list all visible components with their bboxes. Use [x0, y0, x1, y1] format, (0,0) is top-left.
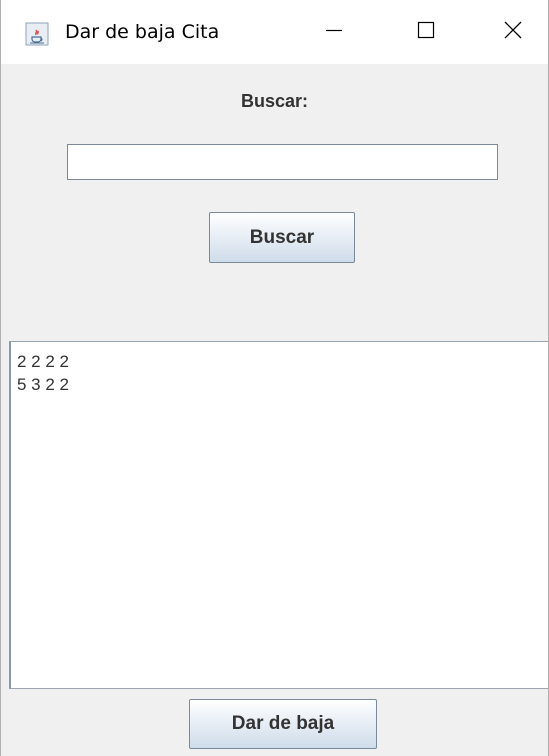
deregister-button[interactable]: Dar de baja — [189, 699, 377, 749]
search-button[interactable]: Buscar — [209, 212, 355, 263]
maximize-icon — [416, 20, 436, 45]
result-line: 5 3 2 2 — [17, 375, 69, 394]
close-button[interactable] — [467, 0, 548, 64]
search-panel: Buscar: Buscar — [1, 64, 548, 341]
search-label: Buscar: — [240, 91, 309, 111]
close-icon — [503, 20, 523, 45]
maximize-button[interactable] — [380, 0, 472, 64]
app-window: Dar de baja Cita Buscar: Buscar 2 2 2 2 … — [0, 0, 549, 756]
results-text-area[interactable]: 2 2 2 2 5 3 2 2 — [9, 341, 548, 689]
search-input[interactable] — [67, 144, 498, 180]
result-line: 2 2 2 2 — [17, 352, 69, 371]
minimize-button[interactable] — [288, 0, 380, 64]
java-cup-icon — [25, 22, 49, 46]
title-bar[interactable]: Dar de baja Cita — [1, 0, 548, 64]
window-title: Dar de baja Cita — [65, 21, 220, 43]
minimize-icon — [324, 20, 344, 45]
footer-panel: Dar de baja — [1, 689, 548, 756]
